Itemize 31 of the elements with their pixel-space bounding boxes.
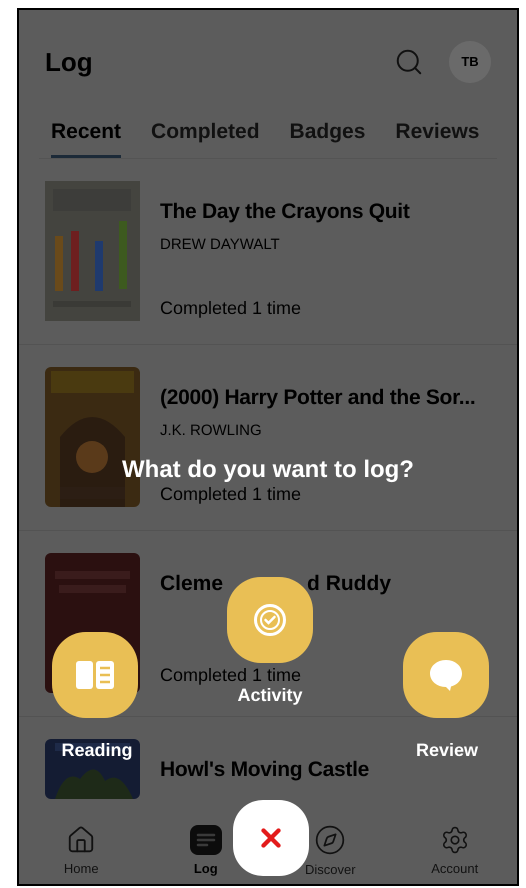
book-author: DREW DAYWALT bbox=[160, 234, 281, 254]
nav-tab[interactable]: Home bbox=[64, 825, 99, 879]
notes-icon bbox=[190, 825, 222, 856]
speech-bubble-icon bbox=[429, 658, 463, 692]
book-icon bbox=[76, 661, 114, 689]
book-title: Howl's Moving Castle bbox=[160, 757, 370, 783]
tab[interactable]: Reviews bbox=[395, 114, 480, 158]
tab[interactable]: Completed bbox=[151, 114, 260, 158]
check-circle-icon bbox=[253, 603, 287, 637]
book-title: Cleme bbox=[160, 571, 224, 597]
review-option-button[interactable] bbox=[403, 632, 489, 718]
nav-tab[interactable]: Log bbox=[190, 825, 222, 879]
reading-option-button[interactable] bbox=[52, 632, 138, 718]
nav-tab[interactable]: Discover bbox=[304, 824, 356, 880]
completion-count: Completed 1 time bbox=[160, 297, 302, 320]
tab[interactable]: Badges bbox=[290, 114, 366, 158]
book-title: The Day the Crayons Quit bbox=[160, 199, 410, 225]
nav-tab[interactable]: Account bbox=[431, 825, 478, 879]
book-title: d Ruddy bbox=[307, 571, 392, 597]
completion-count: Completed 1 time bbox=[160, 664, 302, 687]
option-label: Activity bbox=[236, 685, 304, 707]
page-title: Log bbox=[45, 46, 93, 78]
prompt-heading: What do you want to log? bbox=[122, 455, 414, 485]
completion-count: Completed 1 time bbox=[160, 483, 302, 506]
option-label: Reading bbox=[60, 739, 134, 762]
compass-icon bbox=[314, 824, 346, 856]
avatar[interactable]: TB bbox=[449, 41, 491, 83]
option-label: Review bbox=[414, 739, 480, 762]
book-title: (2000) Harry Potter and the Sor... bbox=[160, 385, 476, 411]
book-author: J.K. ROWLING bbox=[160, 420, 263, 440]
search-icon[interactable] bbox=[394, 47, 424, 77]
